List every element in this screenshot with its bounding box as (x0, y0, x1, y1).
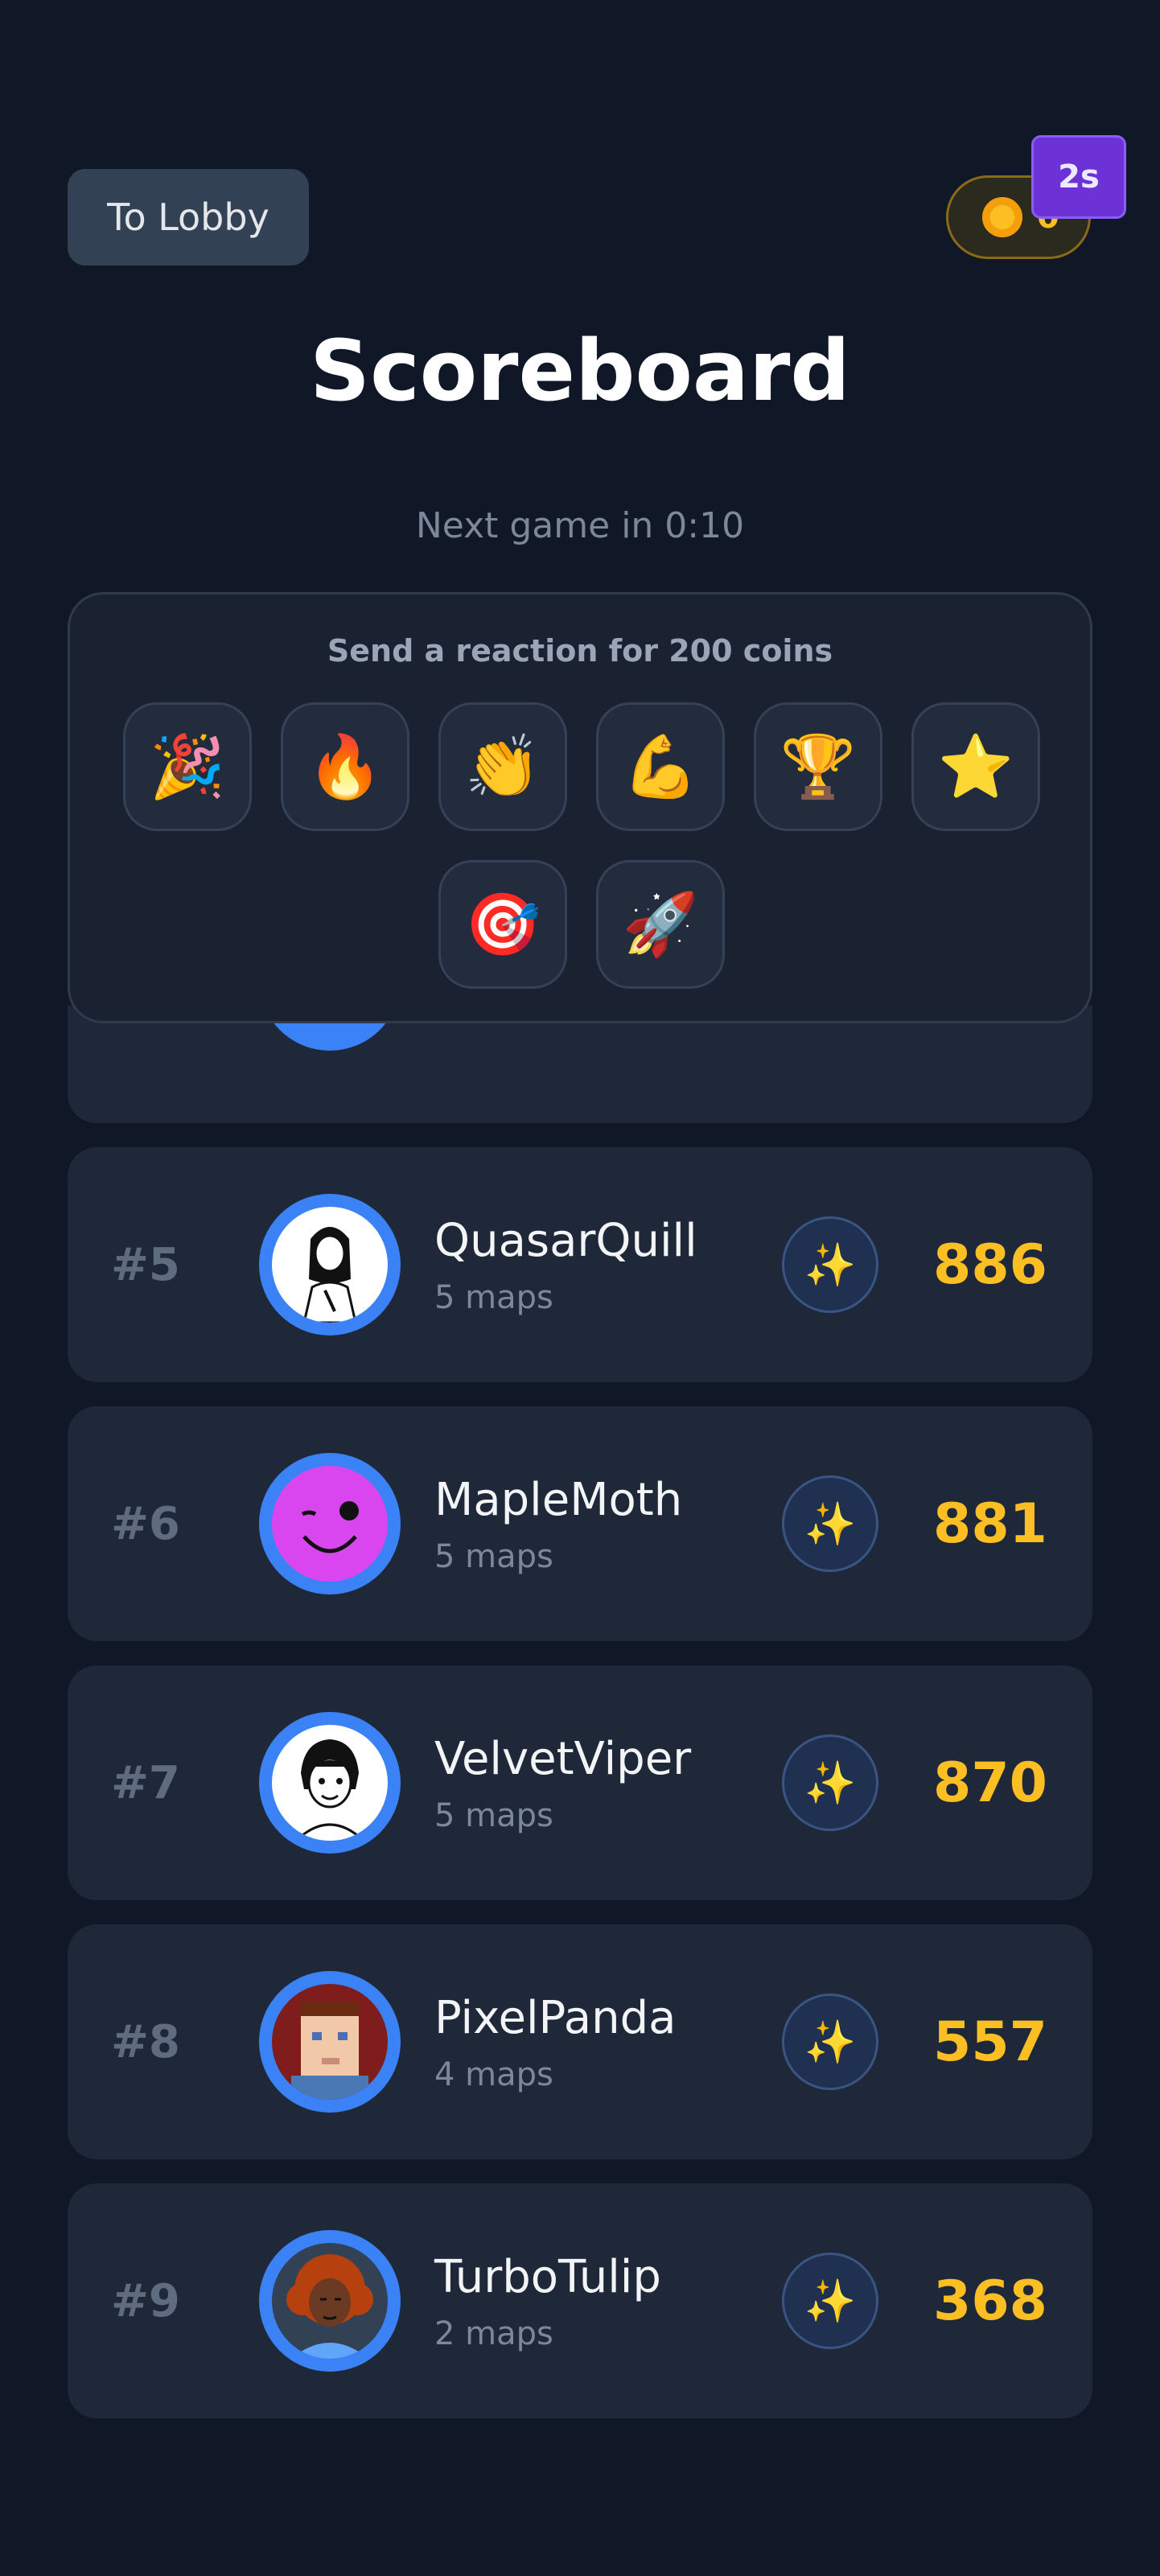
player-rank: #8 (111, 2015, 180, 2068)
page-title: Scoreboard (310, 322, 850, 420)
player-maps: 4 maps (434, 2056, 553, 2093)
player-name: TurboTulip (434, 2251, 661, 2303)
avatar-illustration (294, 1739, 365, 1841)
avatar-illustration (286, 2254, 373, 2359)
reaction-clap-button[interactable]: 👏 (438, 702, 567, 831)
player-row: #7 VelvetViper 5 maps ✨ 870 (68, 1665, 1092, 1900)
player-score: 881 (933, 1492, 1047, 1556)
sparkle-reaction-button[interactable]: ✨ (782, 1216, 878, 1313)
avatar (259, 1194, 401, 1335)
player-rank: #6 (111, 1497, 180, 1550)
avatar (259, 1971, 401, 2113)
player-score: 368 (933, 2269, 1047, 2333)
wink-face-icon (301, 1501, 359, 1553)
next-game-countdown: Next game in 0:10 (415, 505, 745, 546)
player-maps: 5 maps (434, 1797, 553, 1834)
sparkle-reaction-button[interactable]: ✨ (782, 1734, 878, 1831)
pixel-avatar-illustration (291, 2002, 368, 2100)
avatar-illustration (302, 1227, 357, 1323)
player-row: #6 MapleMoth 5 maps ✨ 881 (68, 1406, 1092, 1641)
player-rank: #9 (111, 2274, 180, 2327)
player-row: #8 PixelPanda 4 maps ✨ 557 (68, 1924, 1092, 2159)
to-lobby-button[interactable]: To Lobby (68, 169, 309, 265)
reaction-star-button[interactable]: ⭐ (911, 702, 1040, 831)
player-name: QuasarQuill (434, 1215, 697, 1267)
player-score: 557 (933, 2010, 1047, 2074)
reaction-muscle-button[interactable]: 💪 (596, 702, 725, 831)
reaction-target-button[interactable]: 🎯 (438, 860, 567, 989)
avatar (259, 1712, 401, 1854)
sparkle-reaction-button[interactable]: ✨ (782, 2253, 878, 2349)
reactions-title: Send a reaction for 200 coins (327, 633, 833, 669)
player-name: VelvetViper (434, 1733, 692, 1785)
reactions-panel: Send a reaction for 200 coins 🎉 🔥 👏 💪 🏆 … (68, 592, 1092, 1023)
sparkle-reaction-button[interactable]: ✨ (782, 1994, 878, 2090)
coin-icon (982, 197, 1022, 237)
player-maps: 5 maps (434, 1538, 553, 1575)
reaction-rocket-button[interactable]: 🚀 (596, 860, 725, 989)
timer-badge: 2s (1031, 135, 1126, 219)
player-maps: 2 maps (434, 2315, 553, 2352)
player-row: #5 QuasarQuill 5 maps ✨ 886 (68, 1147, 1092, 1382)
reaction-trophy-button[interactable]: 🏆 (754, 702, 882, 831)
player-name: PixelPanda (434, 1992, 677, 2044)
reaction-fire-button[interactable]: 🔥 (281, 702, 409, 831)
reaction-party-button[interactable]: 🎉 (123, 702, 252, 831)
sparkle-reaction-button[interactable]: ✨ (782, 1475, 878, 1572)
player-rank: #5 (111, 1238, 180, 1291)
scoreboard-page: To Lobby 0 2s Scoreboard Next game in 0:… (0, 0, 1160, 2576)
avatar (259, 2230, 401, 2372)
player-score: 870 (933, 1751, 1047, 1815)
player-name: MapleMoth (434, 1474, 683, 1526)
avatar (259, 1453, 401, 1595)
player-rank: #7 (111, 1756, 180, 1809)
player-score: 886 (933, 1232, 1047, 1297)
player-row: #9 TurboTulip 2 maps ✨ 368 (68, 2183, 1092, 2418)
player-maps: 5 maps (434, 1279, 553, 1316)
